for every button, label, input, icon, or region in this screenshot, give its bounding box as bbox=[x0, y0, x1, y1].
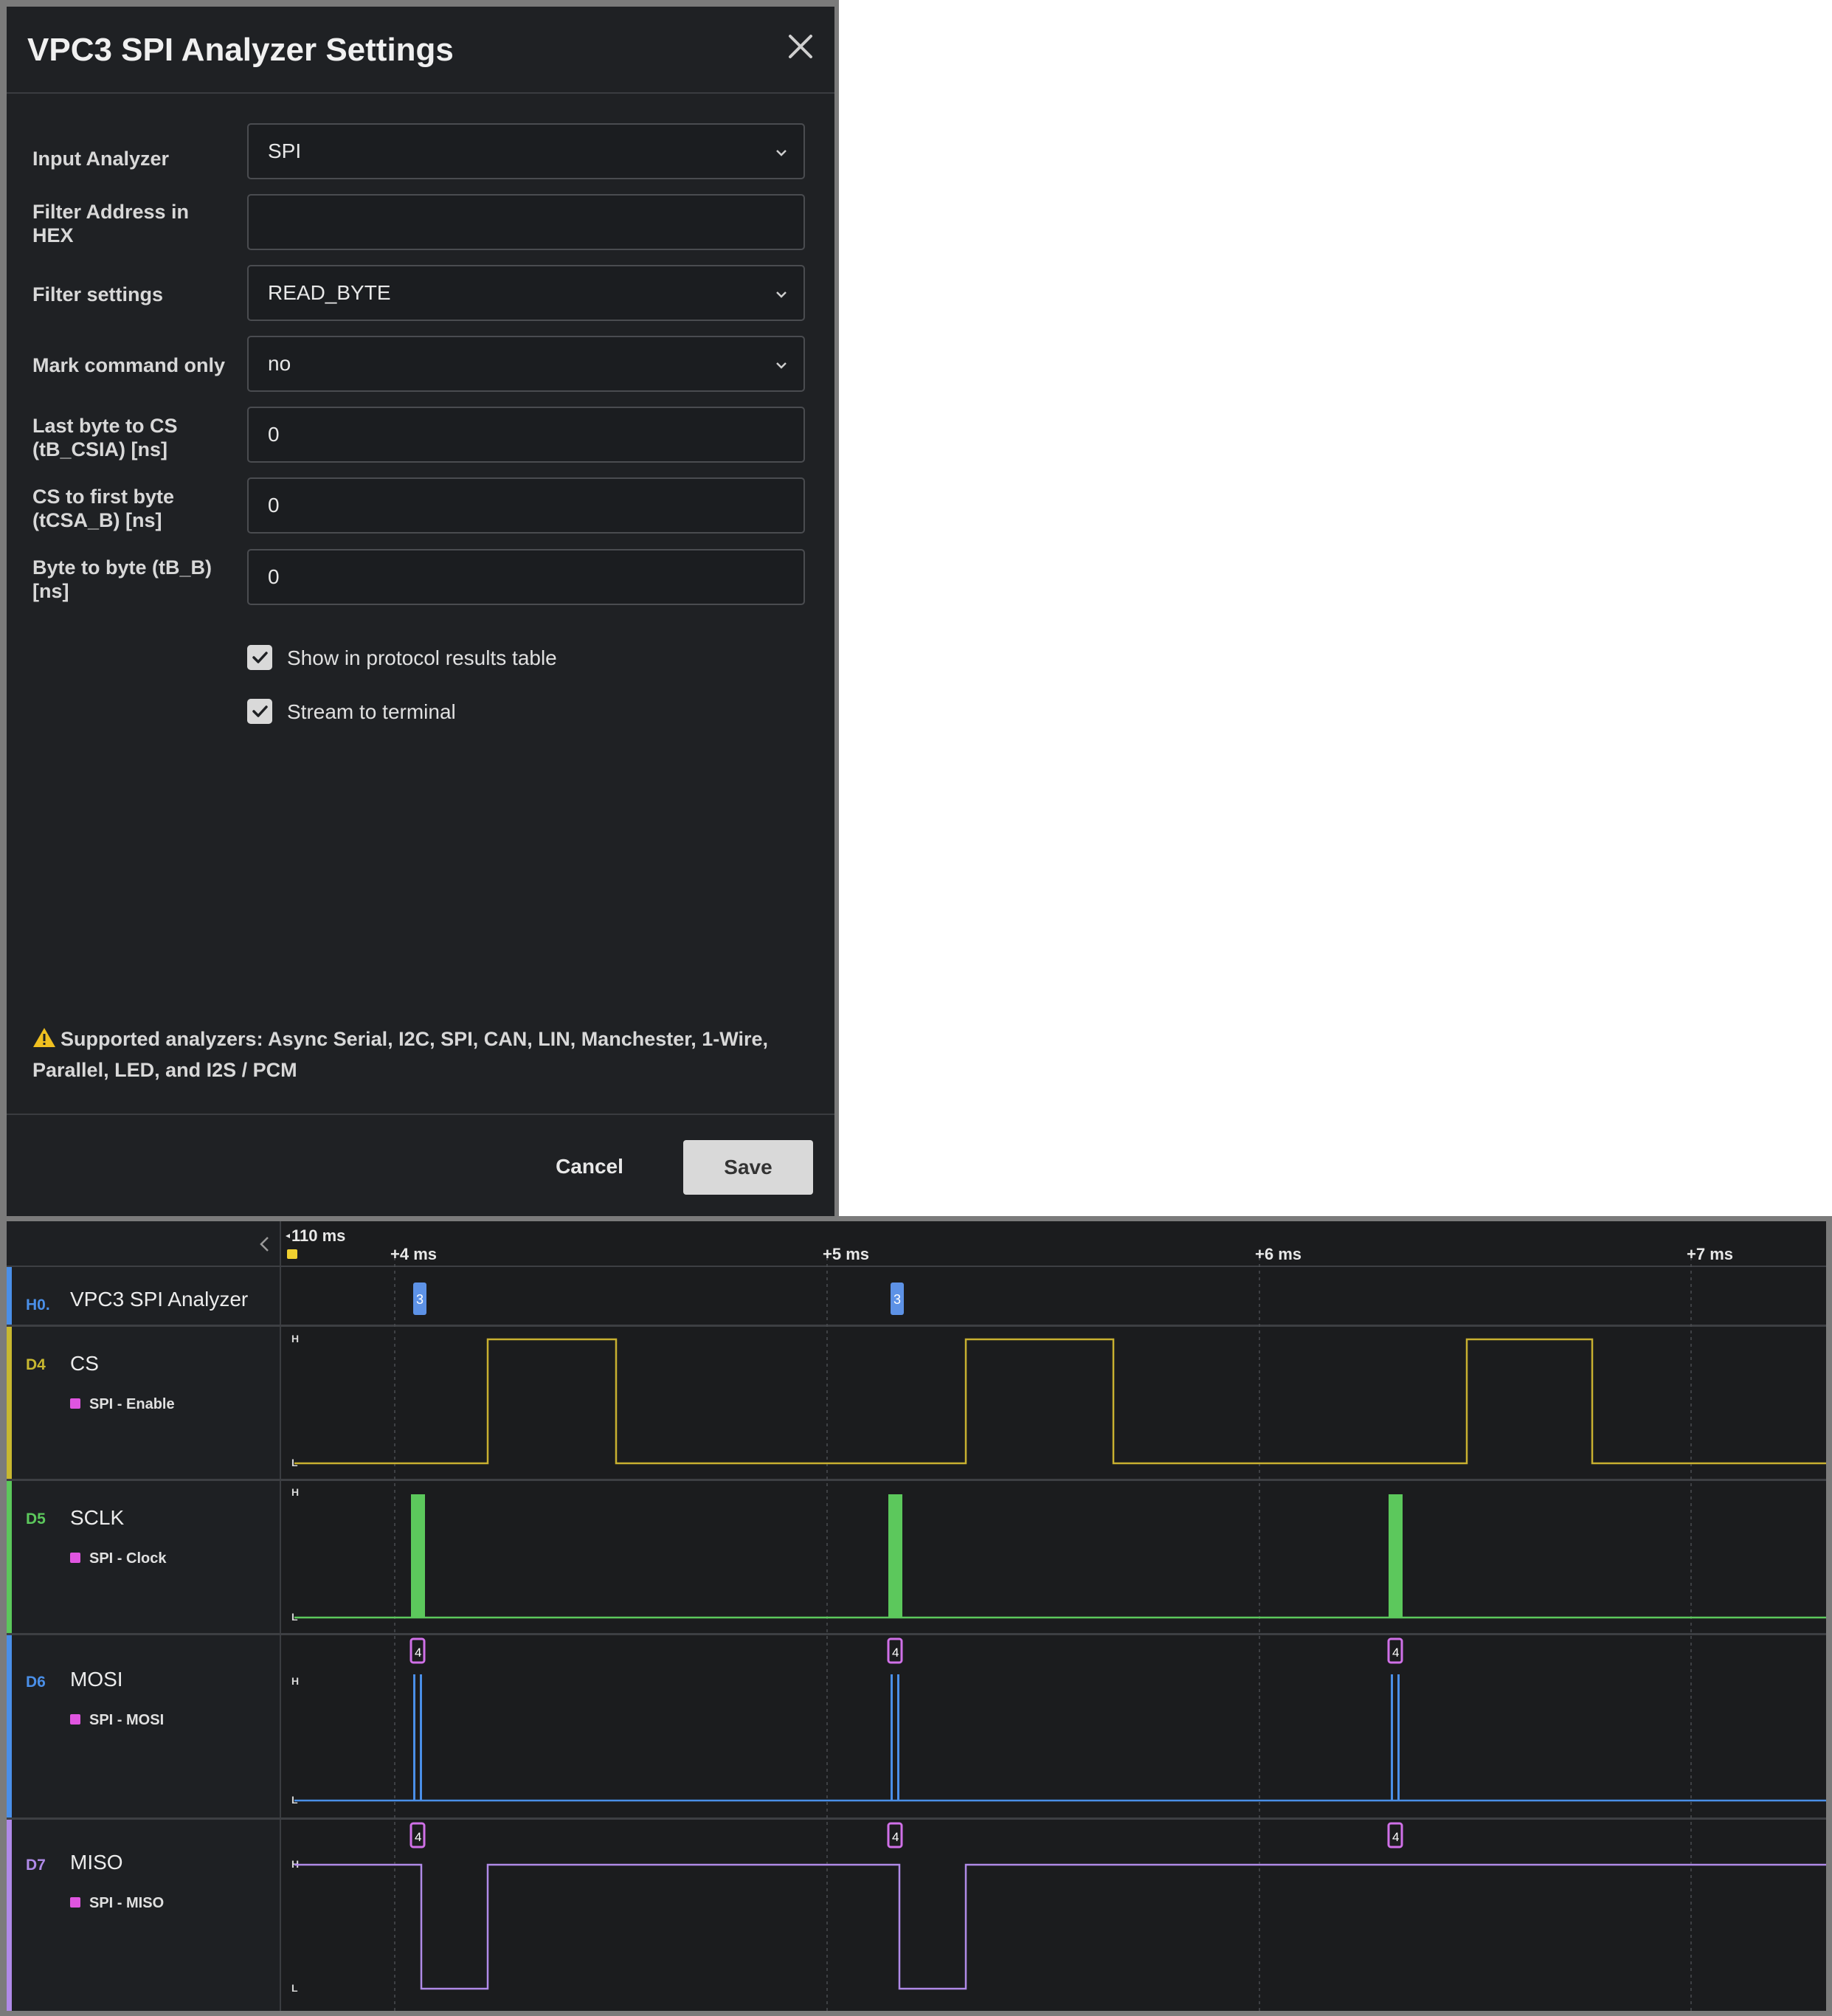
cs-to-first-byte-label: CS to first byte (tCSA_B) [ns] bbox=[32, 486, 175, 531]
chevron-down-icon bbox=[776, 150, 787, 156]
cs-high-label: H bbox=[291, 1333, 299, 1344]
mosi-pulse bbox=[891, 1674, 893, 1801]
warning-icon bbox=[33, 1028, 55, 1047]
chevron-down-icon bbox=[776, 362, 787, 369]
miso-waveform bbox=[294, 1863, 1826, 1990]
miso-low-label: L bbox=[291, 1982, 298, 1994]
mosi-high-label: H bbox=[291, 1675, 299, 1687]
mosi-pulse bbox=[420, 1674, 422, 1801]
settings-dialog: VPC3 SPI Analyzer Settings Input Analyze… bbox=[0, 0, 839, 1216]
time-tick-label: +4 ms bbox=[390, 1245, 437, 1263]
dialog-title: VPC3 SPI Analyzer Settings bbox=[27, 32, 454, 68]
last-byte-to-cs-value: 0 bbox=[268, 423, 280, 446]
mosi-pulse bbox=[1397, 1674, 1400, 1801]
save-button[interactable]: Save bbox=[683, 1140, 813, 1195]
mark-command-select[interactable]: no bbox=[247, 336, 805, 392]
last-byte-to-cs-label: Last byte to CS (tB_CSIA) [ns] bbox=[32, 415, 178, 460]
cs-to-first-byte-value: 0 bbox=[268, 494, 280, 517]
filter-address-label: Filter Address in HEX bbox=[32, 201, 190, 246]
byte-to-byte-value: 0 bbox=[268, 565, 280, 588]
miso-byte-label: 4 bbox=[892, 1830, 899, 1844]
cs-waveform bbox=[294, 1338, 1826, 1465]
show-in-results-checkbox[interactable] bbox=[247, 645, 272, 670]
mark-command-value: no bbox=[268, 352, 291, 375]
sclk-burst bbox=[1389, 1494, 1403, 1618]
time-origin-label: 110 ms bbox=[291, 1226, 345, 1245]
waveform-panel-body: H0. VPC3 SPI Analyzer D4 CS SPI - Enable… bbox=[7, 1221, 1826, 2011]
byte-to-byte-label: Byte to byte (tB_B) [ns] bbox=[32, 556, 212, 602]
sclk-high-label: H bbox=[291, 1486, 299, 1498]
time-tick-label: +6 ms bbox=[1255, 1245, 1302, 1263]
stream-to-terminal-checkbox[interactable] bbox=[247, 699, 272, 724]
mark-command-label: Mark command only bbox=[32, 354, 226, 376]
analyzer-frame-label: 3 bbox=[893, 1292, 901, 1307]
stream-to-terminal-label: Stream to terminal bbox=[287, 700, 456, 723]
waveform-panel: H0. VPC3 SPI Analyzer D4 CS SPI - Enable… bbox=[0, 1216, 1832, 2016]
mosi-pulse bbox=[1391, 1674, 1393, 1801]
supported-analyzers-text: Supported analyzers: Async Serial, I2C, … bbox=[32, 1028, 769, 1081]
filter-settings-label: Filter settings bbox=[32, 283, 164, 305]
settings-dialog-body: VPC3 SPI Analyzer Settings Input Analyze… bbox=[7, 7, 834, 1216]
waveform-canvas[interactable]: +4 ms+5 ms+6 ms+7 ms110 ms33HLHLHL444HL4… bbox=[7, 1221, 1826, 2011]
show-in-results-label: Show in protocol results table bbox=[287, 646, 557, 669]
analyzer-frame-label: 3 bbox=[416, 1292, 424, 1307]
timeline-marker-icon bbox=[287, 1249, 297, 1259]
mosi-byte-label: 4 bbox=[892, 1646, 899, 1660]
cs-to-first-byte-input[interactable]: 0 bbox=[247, 477, 805, 534]
footer-divider bbox=[7, 1114, 834, 1115]
last-byte-to-cs-input[interactable]: 0 bbox=[247, 407, 805, 463]
input-analyzer-value: SPI bbox=[268, 139, 302, 162]
filter-settings-select[interactable]: READ_BYTE bbox=[247, 265, 805, 321]
time-tick-label: +5 ms bbox=[823, 1245, 869, 1263]
close-icon[interactable] bbox=[783, 29, 818, 64]
mosi-pulse bbox=[413, 1674, 415, 1801]
sclk-burst bbox=[888, 1494, 902, 1618]
mosi-byte-label: 4 bbox=[415, 1646, 421, 1660]
sclk-burst bbox=[411, 1494, 425, 1618]
origin-arrow-icon bbox=[286, 1234, 290, 1238]
miso-byte-label: 4 bbox=[415, 1830, 421, 1844]
input-analyzer-select[interactable]: SPI bbox=[247, 123, 805, 179]
byte-to-byte-input[interactable]: 0 bbox=[247, 549, 805, 605]
filter-settings-value: READ_BYTE bbox=[268, 281, 391, 304]
miso-byte-label: 4 bbox=[1392, 1830, 1399, 1844]
mosi-pulse bbox=[897, 1674, 899, 1801]
filter-address-input[interactable] bbox=[247, 194, 805, 250]
input-analyzer-label: Input Analyzer bbox=[32, 148, 170, 170]
title-divider bbox=[7, 92, 834, 94]
time-tick-label: +7 ms bbox=[1687, 1245, 1733, 1263]
cancel-button[interactable]: Cancel bbox=[523, 1140, 656, 1193]
supported-analyzers-note: Supported analyzers: Async Serial, I2C, … bbox=[32, 1023, 800, 1085]
chevron-down-icon bbox=[776, 291, 787, 298]
mosi-byte-label: 4 bbox=[1392, 1646, 1399, 1660]
